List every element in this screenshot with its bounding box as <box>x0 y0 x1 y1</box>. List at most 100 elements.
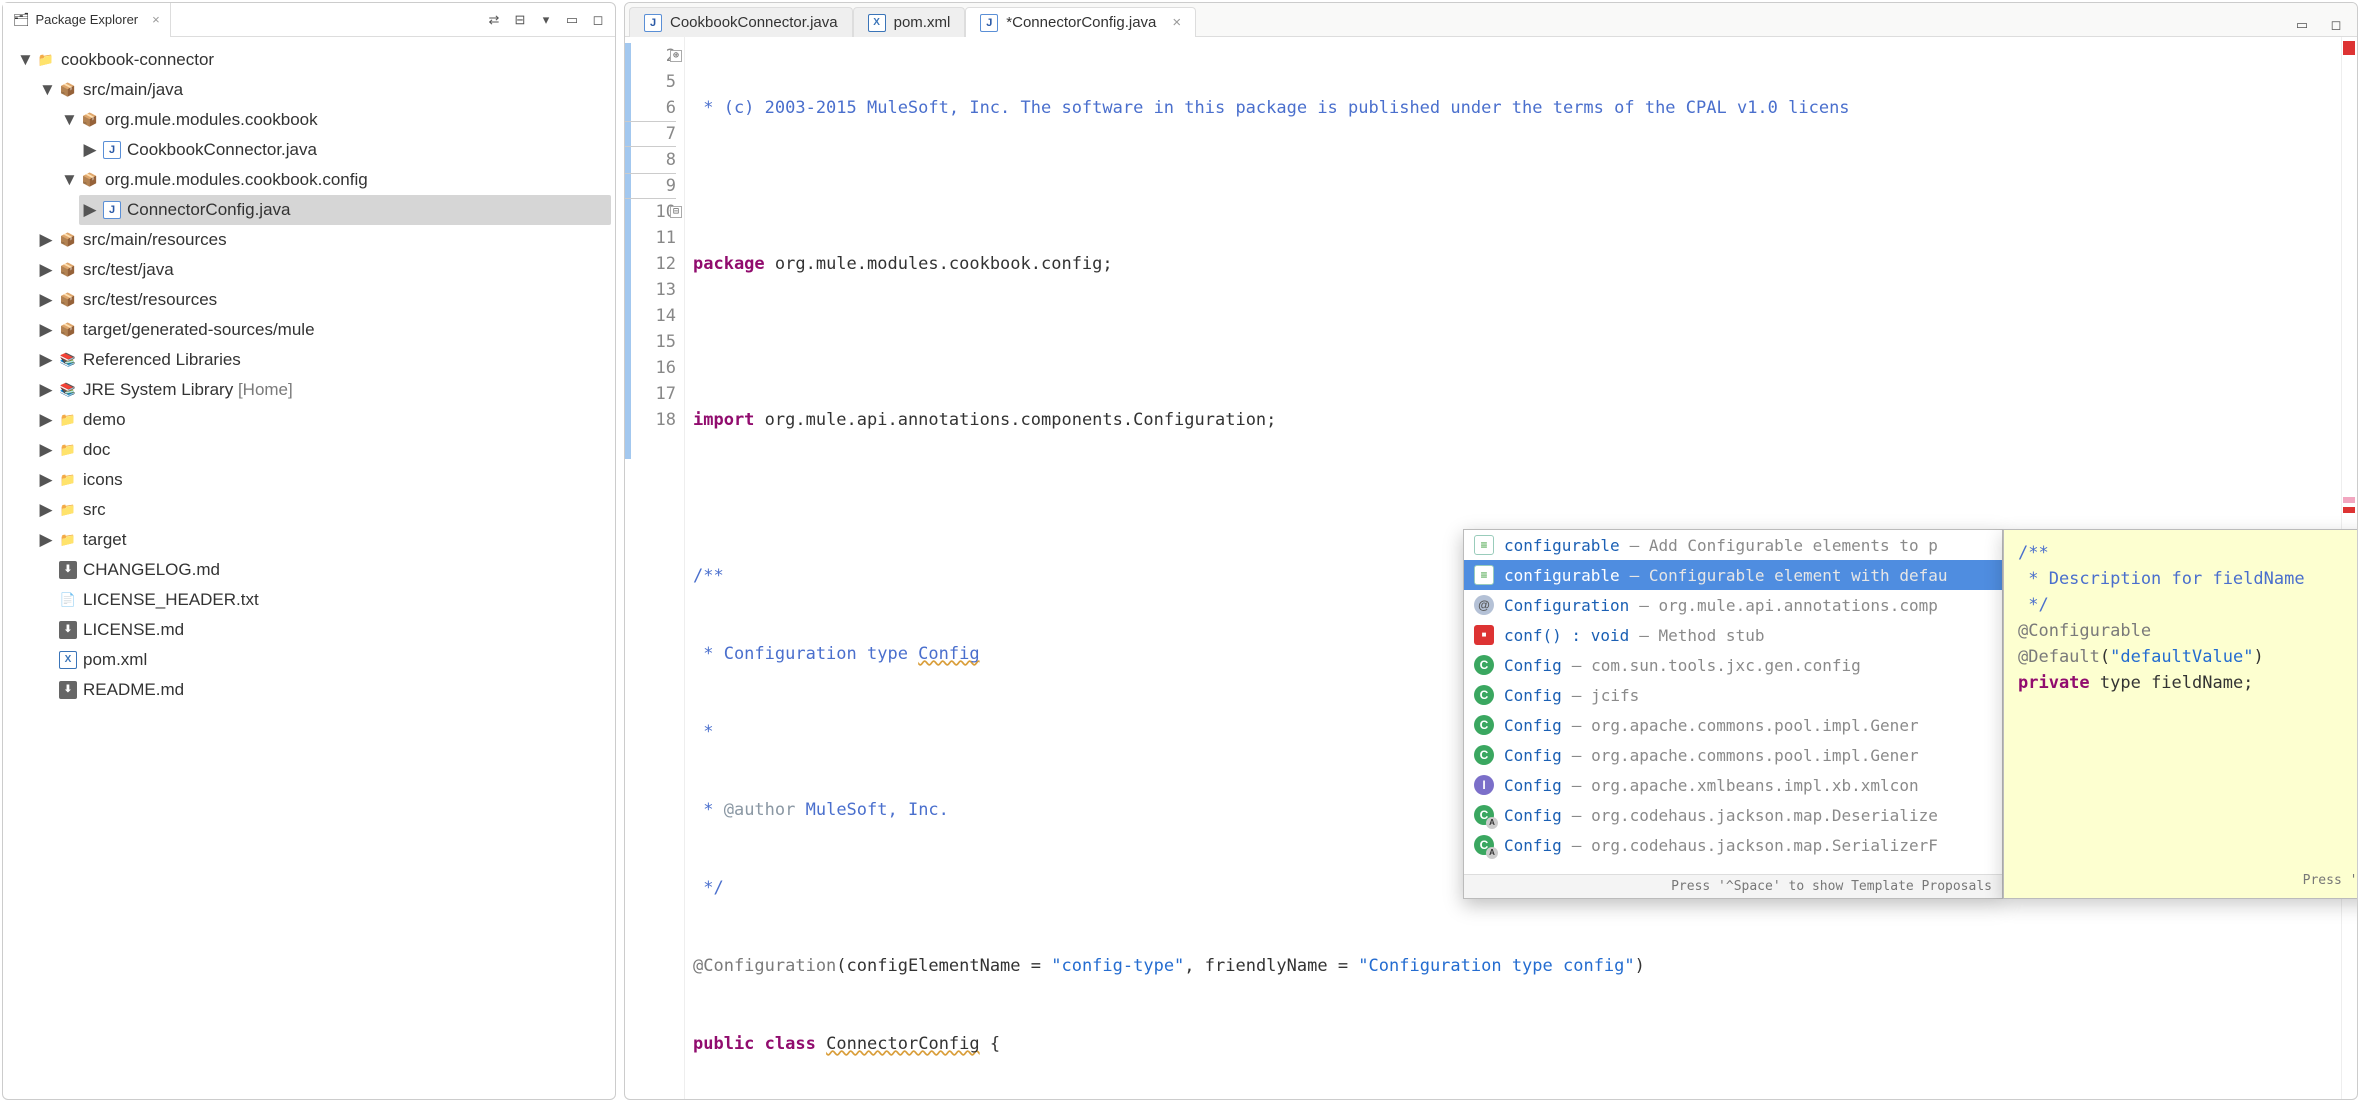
proposal-list[interactable]: ≡configurable – Add Configurable element… <box>1464 530 2002 874</box>
proposal-main: Config <box>1504 656 1562 675</box>
abstract-class-icon <box>1474 805 1494 825</box>
proposal-main: Config <box>1504 806 1562 825</box>
src-test-resources[interactable]: ▶src/test/resources <box>35 285 611 315</box>
proposal-item[interactable]: Config – jcifs <box>1464 680 2002 710</box>
tab-connectorconfig[interactable]: *ConnectorConfig.java× <box>965 7 1196 37</box>
maximize-button[interactable]: ◻ <box>587 9 609 31</box>
file-license[interactable]: ·LICENSE.md <box>35 615 611 645</box>
link-with-editor-button[interactable]: ⇄ <box>483 9 505 31</box>
project-label: cookbook-connector <box>61 46 214 74</box>
code-text: @Configuration <box>693 956 836 976</box>
fold-toggle[interactable]: ⊟ <box>670 206 682 218</box>
ruler-error-mark[interactable] <box>2343 507 2355 513</box>
proposal-item[interactable]: Config – org.apache.xmlbeans.impl.xb.xml… <box>1464 770 2002 800</box>
code-text: org.mule.modules.cookbook.config; <box>765 254 1113 274</box>
package-cookbook[interactable]: ▼org.mule.modules.cookbook <box>57 105 611 135</box>
jre-system-library[interactable]: ▶JRE System Library [Home] <box>35 375 611 405</box>
close-tab-icon[interactable]: × <box>1172 14 1181 31</box>
fold-toggle[interactable]: ⊕ <box>670 50 682 62</box>
tab-label: pom.xml <box>894 14 951 31</box>
code-text: * (c) 2003-2015 MuleSoft, Inc. The softw… <box>693 98 1850 118</box>
label: README.md <box>83 676 184 704</box>
content-assist-popup[interactable]: ≡configurable – Add Configurable element… <box>1463 529 2003 899</box>
file-license-header[interactable]: ·LICENSE_HEADER.txt <box>35 585 611 615</box>
src-main-java[interactable]: ▼src/main/java <box>35 75 611 105</box>
line-number: 16 <box>625 355 676 381</box>
src-main-resources[interactable]: ▶src/main/resources <box>35 225 611 255</box>
editor-body[interactable]: 2⊕ 5 6 7 8 9 10⊟ 11 12 13 14 15 16 17 18… <box>625 37 2357 1099</box>
file-readme[interactable]: ·README.md <box>35 675 611 705</box>
label: src/main/resources <box>83 226 227 254</box>
folder-icon <box>59 531 77 549</box>
proposal-item[interactable]: @Configuration – org.mule.api.annotation… <box>1464 590 2002 620</box>
jdoc-line: @Configurable <box>2018 621 2151 641</box>
ruler-mark[interactable] <box>2343 497 2355 503</box>
code-text: package <box>693 254 765 274</box>
label: icons <box>83 466 123 494</box>
text-file-icon <box>59 591 77 609</box>
maximize-editor-button[interactable]: ◻ <box>2325 14 2347 36</box>
jdoc-line: * Description for fieldName <box>2018 569 2305 589</box>
label: org.mule.modules.cookbook <box>105 106 318 134</box>
file-changelog[interactable]: ·CHANGELOG.md <box>35 555 611 585</box>
folder-doc[interactable]: ▶doc <box>35 435 611 465</box>
tab-pom[interactable]: pom.xml <box>853 7 966 37</box>
code-text: Config <box>918 644 979 664</box>
line-number: 6 <box>625 95 676 121</box>
explorer-tab[interactable]: 🗂 Package Explorer × <box>3 3 171 37</box>
minimize-button[interactable]: ▭ <box>561 9 583 31</box>
proposal-desc: – jcifs <box>1572 686 1639 705</box>
minimize-editor-button[interactable]: ▭ <box>2291 14 2313 36</box>
proposal-item[interactable]: Config – org.apache.commons.pool.impl.Ge… <box>1464 710 2002 740</box>
explorer-title: Package Explorer <box>36 12 139 27</box>
file-cookbookconnector[interactable]: ▶CookbookConnector.java <box>79 135 611 165</box>
code-text: /** <box>693 566 724 586</box>
target-gen-sources[interactable]: ▶target/generated-sources/mule <box>35 315 611 345</box>
label: LICENSE.md <box>83 616 184 644</box>
interface-icon <box>1474 775 1494 795</box>
xml-file-icon <box>59 651 77 669</box>
line-number: 12 <box>625 251 676 277</box>
proposal-item-selected[interactable]: ≡configurable – Configurable element wit… <box>1464 560 2002 590</box>
view-menu-button[interactable]: ▾ <box>535 9 557 31</box>
jdoc-line: "defaultValue" <box>2110 647 2253 667</box>
proposal-item[interactable]: ≡configurable – Add Configurable element… <box>1464 530 2002 560</box>
ruler-error-indicator[interactable] <box>2343 41 2355 55</box>
package-config[interactable]: ▼org.mule.modules.cookbook.config <box>57 165 611 195</box>
java-file-icon <box>103 201 121 219</box>
line-number: 10 <box>625 199 676 225</box>
proposal-item[interactable]: Config – org.codehaus.jackson.map.Deseri… <box>1464 800 2002 830</box>
close-icon[interactable]: × <box>152 12 160 27</box>
src-test-java[interactable]: ▶src/test/java <box>35 255 611 285</box>
folder-demo[interactable]: ▶demo <box>35 405 611 435</box>
folder-src[interactable]: ▶src <box>35 495 611 525</box>
template-icon: ≡ <box>1474 535 1494 555</box>
src-folder-icon <box>59 81 77 99</box>
proposal-item[interactable]: Config – org.codehaus.jackson.map.Serial… <box>1464 830 2002 860</box>
annotation-icon: @ <box>1474 595 1494 615</box>
gutter[interactable]: 2⊕ 5 6 7 8 9 10⊟ 11 12 13 14 15 16 17 18 <box>625 37 685 1099</box>
file-connectorconfig[interactable]: ▶ConnectorConfig.java <box>79 195 611 225</box>
label: org.mule.modules.cookbook.config <box>105 166 368 194</box>
proposal-item[interactable]: conf() : void – Method stub <box>1464 620 2002 650</box>
proposal-item[interactable]: Config – org.apache.commons.pool.impl.Ge… <box>1464 740 2002 770</box>
label: src/main/java <box>83 76 183 104</box>
class-icon <box>1474 655 1494 675</box>
code-text: , friendlyName = <box>1184 956 1358 976</box>
referenced-libraries[interactable]: ▶Referenced Libraries <box>35 345 611 375</box>
label: LICENSE_HEADER.txt <box>83 586 259 614</box>
file-pom[interactable]: ·pom.xml <box>35 645 611 675</box>
src-folder-icon <box>59 261 77 279</box>
folder-icons[interactable]: ▶icons <box>35 465 611 495</box>
tab-cookbookconnector[interactable]: CookbookConnector.java <box>629 7 853 37</box>
collapse-all-button[interactable]: ⊟ <box>509 9 531 31</box>
folder-target[interactable]: ▶target <box>35 525 611 555</box>
code-text: @author <box>724 800 796 820</box>
src-folder-icon <box>59 231 77 249</box>
project-node[interactable]: ▼cookbook-connector <box>13 45 611 75</box>
label: doc <box>83 436 110 464</box>
line-number: 2 <box>625 43 676 69</box>
proposal-item[interactable]: Config – com.sun.tools.jxc.gen.config <box>1464 650 2002 680</box>
label: JRE System Library <box>83 380 233 399</box>
javadoc-tooltip[interactable]: /** * Description for fieldName */ @Conf… <box>2003 529 2357 899</box>
